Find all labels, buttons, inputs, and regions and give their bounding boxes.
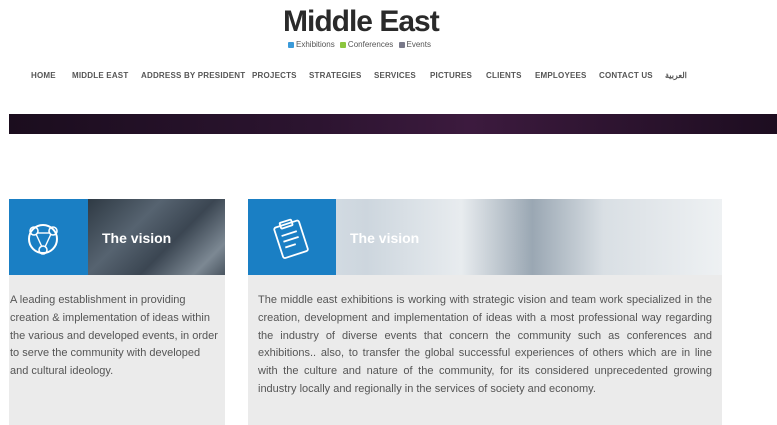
nav-pictures[interactable]: PICTURES [430, 71, 472, 80]
nav-projects[interactable]: PROJECTS [252, 71, 297, 80]
nav-employees[interactable]: EMPLOYEES [535, 71, 587, 80]
globe-network-icon [28, 224, 58, 255]
nav-strategies[interactable]: STRATEGIES [309, 71, 362, 80]
card-title: The vision [102, 230, 172, 246]
logo-tag: Conferences [347, 40, 394, 49]
card-icon-box [248, 199, 336, 275]
nav-arabic[interactable]: العربية [665, 71, 687, 80]
nav-home[interactable]: HOME [31, 71, 56, 80]
logo-tag: Events [406, 40, 431, 49]
site-logo[interactable]: Middle East Exhibitions Conferences Even… [283, 5, 443, 50]
nav-contact-us[interactable]: CONTACT US [599, 71, 653, 80]
main-nav: HOME MIDDLE EAST ADDRESS BY PRESIDENT PR… [0, 71, 777, 85]
card-header-image: The vision [248, 199, 722, 275]
clipboard-icon [273, 218, 309, 259]
tag-dot-events [398, 42, 405, 48]
logo-tag: Exhibitions [296, 40, 335, 49]
nav-middle-east[interactable]: MIDDLE EAST [72, 71, 128, 80]
card-text: A leading establishment in providing cre… [10, 294, 218, 378]
nav-services[interactable]: SERVICES [374, 71, 416, 80]
nav-address-by-president[interactable]: ADDRESS BY PRESIDENT [141, 71, 245, 80]
card-icon-box [9, 199, 88, 275]
hero-banner [9, 114, 777, 134]
vision-card: The vision The middle east exhibitions i… [248, 199, 722, 425]
vision-card: The vision A leading establishment in pr… [9, 199, 225, 425]
card-header-image: The vision [9, 199, 225, 275]
tag-dot-conferences [339, 42, 346, 48]
nav-clients[interactable]: CLIENTS [486, 71, 522, 80]
logo-tagline: Exhibitions Conferences Events [285, 40, 431, 49]
logo-title: Middle East [283, 5, 440, 38]
card-title: The vision [350, 230, 420, 246]
tag-dot-exhibitions [288, 42, 294, 48]
card-text: The middle east exhibitions is working w… [258, 294, 712, 395]
